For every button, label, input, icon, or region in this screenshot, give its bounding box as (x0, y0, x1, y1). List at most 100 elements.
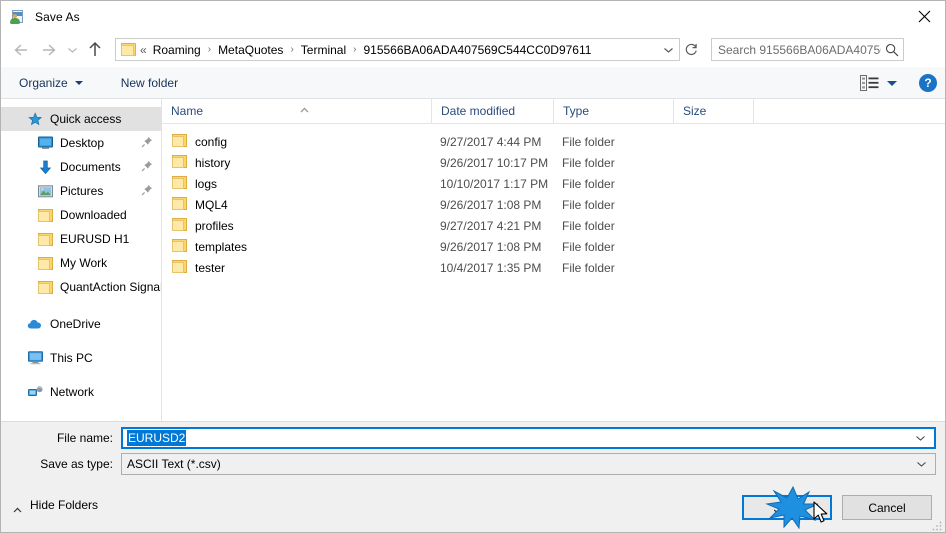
column-header-size[interactable]: Size (673, 99, 753, 123)
back-button[interactable] (7, 35, 35, 65)
folder-icon (172, 175, 187, 192)
file-list: Name Date modified Type Size config 9/27… (162, 99, 945, 421)
table-row[interactable]: logs 10/10/2017 1:17 PM File folder (162, 173, 945, 194)
breadcrumb-separator-icon[interactable]: › (285, 44, 298, 55)
sidebar-item-documents[interactable]: Documents (1, 155, 161, 179)
sidebar-item-my-work[interactable]: My Work (1, 251, 161, 275)
filename-input[interactable]: EURUSD2 (121, 427, 936, 449)
column-headers: Name Date modified Type Size (162, 99, 945, 124)
view-options-chevron-down-icon[interactable] (887, 80, 897, 86)
forward-button[interactable] (35, 35, 63, 65)
onedrive-icon (27, 316, 43, 332)
help-icon[interactable]: ? (919, 74, 937, 92)
chevron-down-icon[interactable] (915, 429, 926, 447)
chevron-down-icon[interactable] (916, 455, 927, 473)
column-header-end-divider (753, 99, 763, 123)
breadcrumb-terminal-id[interactable]: 915566BA06ADA407569C544CC0D97611 (361, 41, 593, 59)
column-header-label: Size (683, 104, 707, 118)
file-date: 9/26/2017 10:17 PM (440, 155, 549, 170)
organize-button[interactable]: Organize (11, 72, 91, 94)
pictures-icon (37, 183, 53, 199)
table-row[interactable]: config 9/27/2017 4:44 PM File folder (162, 131, 945, 152)
cancel-button[interactable]: Cancel (842, 495, 932, 520)
column-header-date-modified[interactable]: Date modified (431, 99, 553, 123)
save-form: File name: EURUSD2 Save as type: ASCII T… (1, 421, 945, 482)
file-date: 10/4/2017 1:35 PM (440, 260, 542, 275)
breadcrumb-metaquotes[interactable]: MetaQuotes (216, 41, 285, 59)
hide-folders-label: Hide Folders (30, 498, 99, 512)
sidebar-item-label: This PC (50, 351, 93, 365)
column-header-name[interactable]: Name (162, 99, 431, 123)
folder-icon (172, 196, 187, 213)
column-header-label: Type (563, 104, 590, 118)
file-type: File folder (562, 239, 615, 254)
network-icon (27, 384, 43, 400)
sidebar-item-eurusd-h1[interactable]: EURUSD H1 (1, 227, 161, 251)
recent-locations-button[interactable] (63, 35, 81, 65)
star-pin-icon (27, 111, 43, 127)
sidebar-item-label: Downloaded (60, 208, 127, 222)
file-type: File folder (562, 260, 615, 275)
column-header-type[interactable]: Type (553, 99, 673, 123)
arrow-left-icon (14, 43, 27, 56)
hide-folders-button[interactable]: Hide Folders (13, 498, 99, 513)
new-folder-label: New folder (120, 75, 179, 90)
file-name: profiles (195, 218, 234, 233)
file-type: File folder (562, 218, 615, 233)
file-date: 9/27/2017 4:21 PM (440, 218, 542, 233)
arrow-right-icon (43, 43, 56, 56)
filetype-row: Save as type: ASCII Text (*.csv) (1, 453, 945, 475)
breadcrumb-separator-icon[interactable]: › (348, 44, 361, 55)
path-overflow-indicator[interactable]: « (136, 43, 151, 57)
sidebar-item-label: Network (50, 385, 95, 399)
sidebar-item-quick-access[interactable]: Quick access (1, 107, 161, 131)
up-button[interactable] (81, 35, 109, 65)
sidebar-item-pictures[interactable]: Pictures (1, 179, 161, 203)
table-row[interactable]: history 9/26/2017 10:17 PM File folder (162, 152, 945, 173)
pin-icon[interactable] (141, 160, 153, 172)
sidebar-item-desktop[interactable]: Desktop (1, 131, 161, 155)
sidebar-item-onedrive[interactable]: OneDrive (1, 312, 161, 336)
pin-icon[interactable] (141, 184, 153, 196)
arrow-up-icon (89, 41, 101, 56)
search-box[interactable]: Search 915566BA06ADA40756... (711, 38, 904, 61)
file-name: logs (195, 176, 218, 191)
sidebar-item-label: Pictures (60, 184, 104, 198)
title-bar: Save As (1, 1, 945, 32)
navigation-sidebar[interactable]: Quick access Desktop Documents Pictures … (1, 99, 162, 421)
folder-icon (37, 255, 53, 271)
breadcrumb-separator-icon[interactable]: › (203, 44, 216, 55)
close-button[interactable] (901, 1, 945, 32)
chevron-down-icon (74, 80, 83, 85)
sidebar-item-this-pc[interactable]: This PC (1, 346, 161, 370)
save-label: Save (773, 500, 801, 515)
sidebar-item-quantaction-signal[interactable]: QuantAction Signal (1, 275, 161, 299)
search-input[interactable]: Search 915566BA06ADA40756... (718, 43, 881, 57)
filetype-select[interactable]: ASCII Text (*.csv) (121, 453, 936, 475)
pin-icon[interactable] (141, 136, 153, 148)
save-as-dialog: Save As « Roaming › MetaQuotes › Termina… (0, 0, 946, 533)
sidebar-item-label: Desktop (60, 136, 105, 150)
command-toolbar: Organize New folder ? (1, 67, 945, 99)
breadcrumb-roaming[interactable]: Roaming (151, 41, 203, 59)
table-row[interactable]: MQL4 9/26/2017 1:08 PM File folder (162, 194, 945, 215)
table-row[interactable]: profiles 9/27/2017 4:21 PM File folder (162, 215, 945, 236)
new-folder-button[interactable]: New folder (113, 72, 186, 94)
breadcrumb-terminal[interactable]: Terminal (299, 41, 348, 59)
refresh-button[interactable] (680, 38, 702, 61)
sidebar-item-network[interactable]: Network (1, 380, 161, 404)
save-button[interactable]: Save (742, 495, 832, 520)
view-layout-icon[interactable] (858, 72, 880, 94)
resize-grip-icon[interactable] (931, 519, 943, 531)
address-dropdown-button[interactable] (657, 39, 679, 60)
navigation-bar: « Roaming › MetaQuotes › Terminal › 9155… (1, 32, 945, 67)
sidebar-item-downloaded[interactable]: Downloaded (1, 203, 161, 227)
address-bar[interactable]: « Roaming › MetaQuotes › Terminal › 9155… (115, 38, 680, 61)
documents-icon (37, 159, 53, 175)
column-header-label: Date modified (441, 104, 516, 118)
sidebar-item-label: Documents (60, 160, 121, 174)
table-row[interactable]: templates 9/26/2017 1:08 PM File folder (162, 236, 945, 257)
table-row[interactable]: tester 10/4/2017 1:35 PM File folder (162, 257, 945, 278)
sort-ascending-icon (300, 100, 309, 113)
folder-icon (37, 231, 53, 247)
